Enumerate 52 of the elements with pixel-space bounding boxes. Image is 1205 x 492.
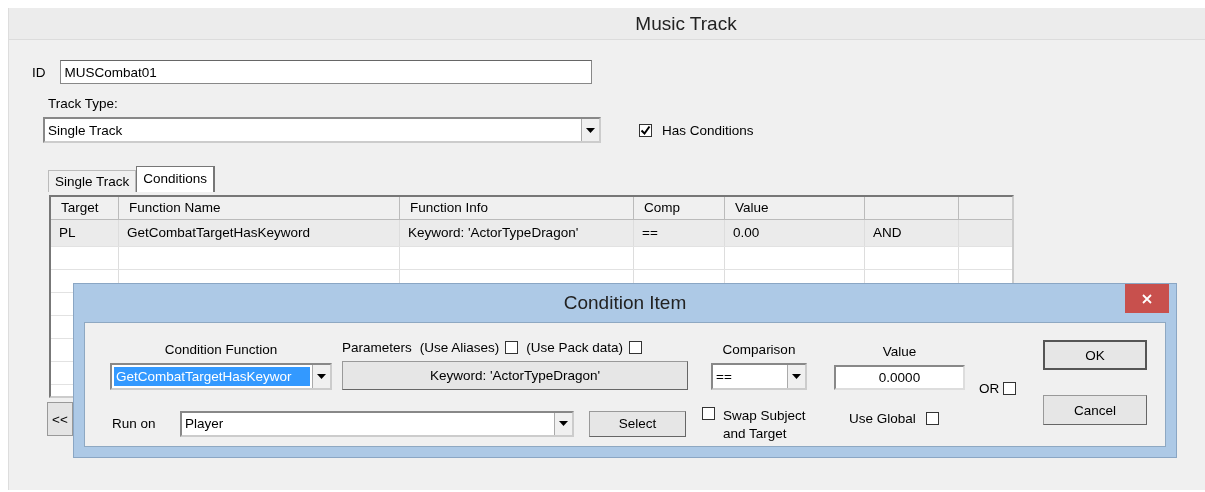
checkbox[interactable] xyxy=(702,407,715,420)
table-cell: GetCombatTargetHasKeyword xyxy=(127,225,311,240)
run-on-label: Run on xyxy=(112,416,157,431)
use-global-label: Use Global xyxy=(849,411,916,426)
column-header[interactable]: Function Info xyxy=(410,200,489,215)
scroll-left-button[interactable]: << xyxy=(47,402,73,436)
table-cell: Keyword: 'ActorTypeDragon' xyxy=(408,225,579,240)
parameter-button[interactable]: Keyword: 'ActorTypeDragon' xyxy=(342,361,688,390)
ok-button[interactable]: OK xyxy=(1043,340,1147,370)
caret-icon xyxy=(792,374,801,379)
column-header[interactable]: Target xyxy=(61,200,99,215)
tab[interactable]: Single Track xyxy=(48,170,137,192)
select-button[interactable]: Select xyxy=(589,410,686,437)
has-conditions-label: Has Conditions xyxy=(662,122,754,138)
checkbox[interactable] xyxy=(1003,382,1017,395)
caret-icon xyxy=(317,374,326,379)
close-icon xyxy=(1142,293,1152,304)
checkbox[interactable] xyxy=(629,341,643,354)
close-button[interactable] xyxy=(1125,284,1169,313)
column-header[interactable]: Value xyxy=(735,200,769,215)
caret-icon xyxy=(586,127,595,133)
tab[interactable]: Conditions xyxy=(136,166,216,192)
id-field[interactable]: MUSCombat01 xyxy=(59,60,592,84)
table-cell: == xyxy=(642,225,658,240)
table-cell: 0.00 xyxy=(733,225,760,240)
track-type-label: Track Type: xyxy=(48,96,118,111)
comparison-label: Comparison xyxy=(722,342,796,357)
parameters-label: Parameters xyxy=(342,340,412,355)
or-label: OR xyxy=(979,381,1000,396)
dialog-title: Condition Item xyxy=(563,292,687,314)
checkbox[interactable] xyxy=(639,123,652,137)
run-on-dropdown[interactable]: Player xyxy=(180,410,574,437)
cancel-button[interactable]: Cancel xyxy=(1043,395,1147,425)
column-header[interactable]: Function Name xyxy=(129,200,221,215)
value-label: Value xyxy=(882,344,917,359)
checkbox[interactable] xyxy=(925,412,939,425)
table-cell: PL xyxy=(59,225,76,240)
use-aliases-label: (Use Aliases) xyxy=(419,340,500,355)
swap-label: Swap Subject and Target xyxy=(723,407,807,443)
table-cell: AND xyxy=(873,225,902,240)
caret-icon xyxy=(559,421,568,426)
condition-function-label: Condition Function xyxy=(164,342,278,357)
use-pack-data-label: (Use Pack data) xyxy=(526,340,624,355)
window-title: Music Track xyxy=(635,12,737,35)
checkmark-icon xyxy=(640,124,651,136)
id-label: ID xyxy=(32,64,46,80)
comparison-dropdown[interactable]: == xyxy=(711,363,807,390)
column-header[interactable]: Comp xyxy=(644,200,680,215)
checkbox[interactable] xyxy=(505,341,519,354)
track-type-dropdown[interactable]: Single Track xyxy=(43,117,601,143)
value-field[interactable]: 0.0000 xyxy=(834,365,965,390)
table-row[interactable]: PL GetCombatTargetHasKeyword Keyword: 'ActorTypeDragon' == 0.00 AND xyxy=(51,220,1012,247)
